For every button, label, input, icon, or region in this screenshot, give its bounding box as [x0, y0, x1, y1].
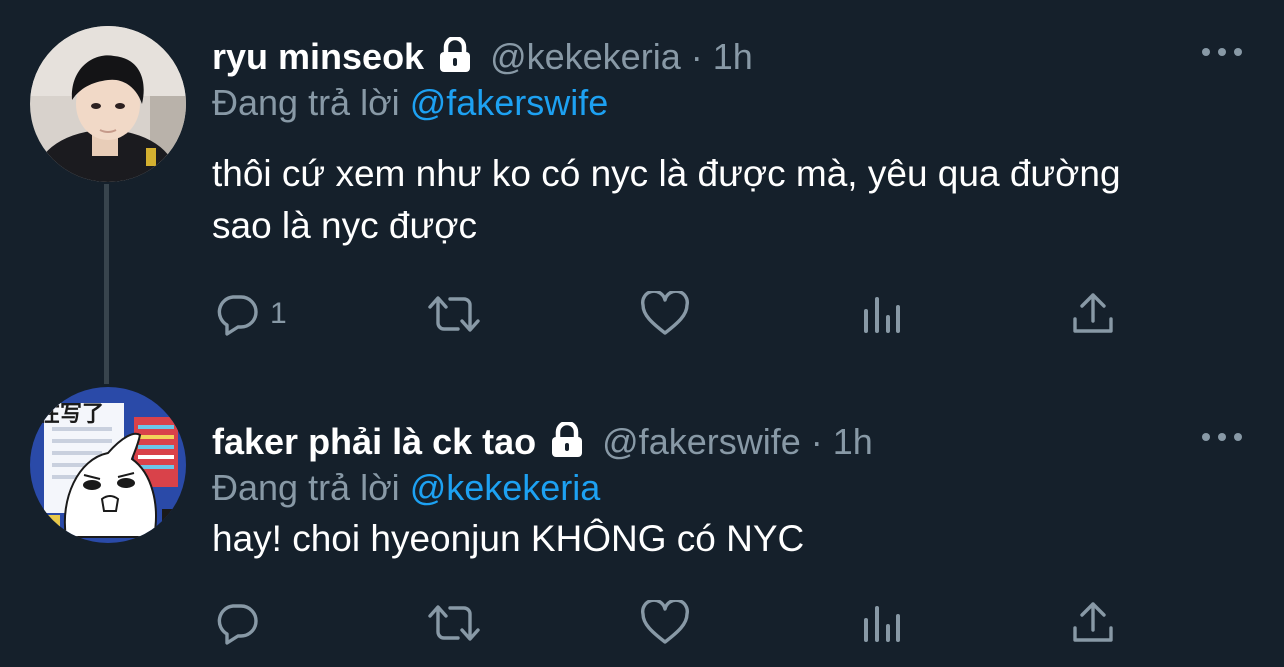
- more-icon[interactable]: [1202, 40, 1242, 64]
- analytics-icon: [864, 297, 900, 333]
- share-icon: [1073, 602, 1113, 642]
- action-bar: [212, 599, 1132, 647]
- replying-to-mention[interactable]: @fakerswife: [410, 82, 609, 123]
- analytics-icon: [864, 606, 900, 642]
- avatar-ryu-minseok[interactable]: [30, 26, 186, 182]
- like-button[interactable]: [640, 290, 690, 338]
- reply-button[interactable]: [214, 599, 270, 647]
- display-name[interactable]: faker phải là ck tao: [212, 421, 536, 463]
- retweet-button[interactable]: [426, 599, 482, 647]
- display-name[interactable]: ryu minseok: [212, 36, 424, 78]
- avatar-faker-phai-la-ck-tao[interactable]: 在写了: [30, 387, 186, 543]
- user-handle[interactable]: @fakerswife: [602, 421, 801, 463]
- avatar-caption: 在写了: [38, 401, 104, 427]
- thread-connector-line: [104, 184, 109, 384]
- analytics-button[interactable]: [858, 290, 904, 338]
- more-icon[interactable]: [1202, 425, 1242, 449]
- replying-to-label: Đang trả lời: [212, 82, 400, 123]
- separator-dot: ·: [810, 421, 823, 462]
- share-button[interactable]: [1070, 599, 1116, 647]
- avatar-photo: [30, 26, 186, 182]
- reply-icon: [217, 604, 258, 645]
- timestamp[interactable]: 1h: [713, 36, 753, 78]
- like-icon: [641, 291, 689, 335]
- retweet-icon: [428, 605, 480, 641]
- user-handle[interactable]: @kekekeria: [490, 36, 681, 78]
- reply-button[interactable]: 1: [214, 290, 287, 338]
- timestamp[interactable]: 1h: [833, 421, 873, 463]
- tweet-text: thôi cứ xem như ko có nyc là được mà, yê…: [212, 153, 1121, 246]
- share-icon: [1073, 293, 1113, 333]
- lock-icon: [436, 35, 474, 78]
- replying-to-mention[interactable]: @kekekeria: [410, 467, 601, 508]
- retweet-button[interactable]: [426, 290, 482, 338]
- avatar-illustration: 在写了: [30, 387, 186, 543]
- replying-to: Đang trả lời @kekekeria: [212, 467, 600, 509]
- replying-to: Đang trả lời @fakerswife: [212, 82, 608, 124]
- analytics-button[interactable]: [858, 599, 904, 647]
- like-icon: [641, 600, 689, 644]
- replying-to-label: Đang trả lời: [212, 467, 400, 508]
- reply-count: 1: [270, 297, 287, 330]
- retweet-icon: [428, 296, 480, 332]
- action-bar: 1: [212, 290, 1132, 338]
- tweet-text: hay! choi hyeonjun KHÔNG có NYC: [212, 518, 805, 559]
- like-button[interactable]: [640, 599, 690, 647]
- tweet-header: ryu minseok @kekekeria · 1h: [212, 34, 753, 80]
- tweet-header: faker phải là ck tao @fakerswife · 1h: [212, 419, 873, 465]
- reply-icon: [217, 295, 258, 336]
- share-button[interactable]: [1070, 290, 1116, 338]
- lock-icon: [548, 420, 586, 463]
- separator-dot: ·: [690, 36, 703, 77]
